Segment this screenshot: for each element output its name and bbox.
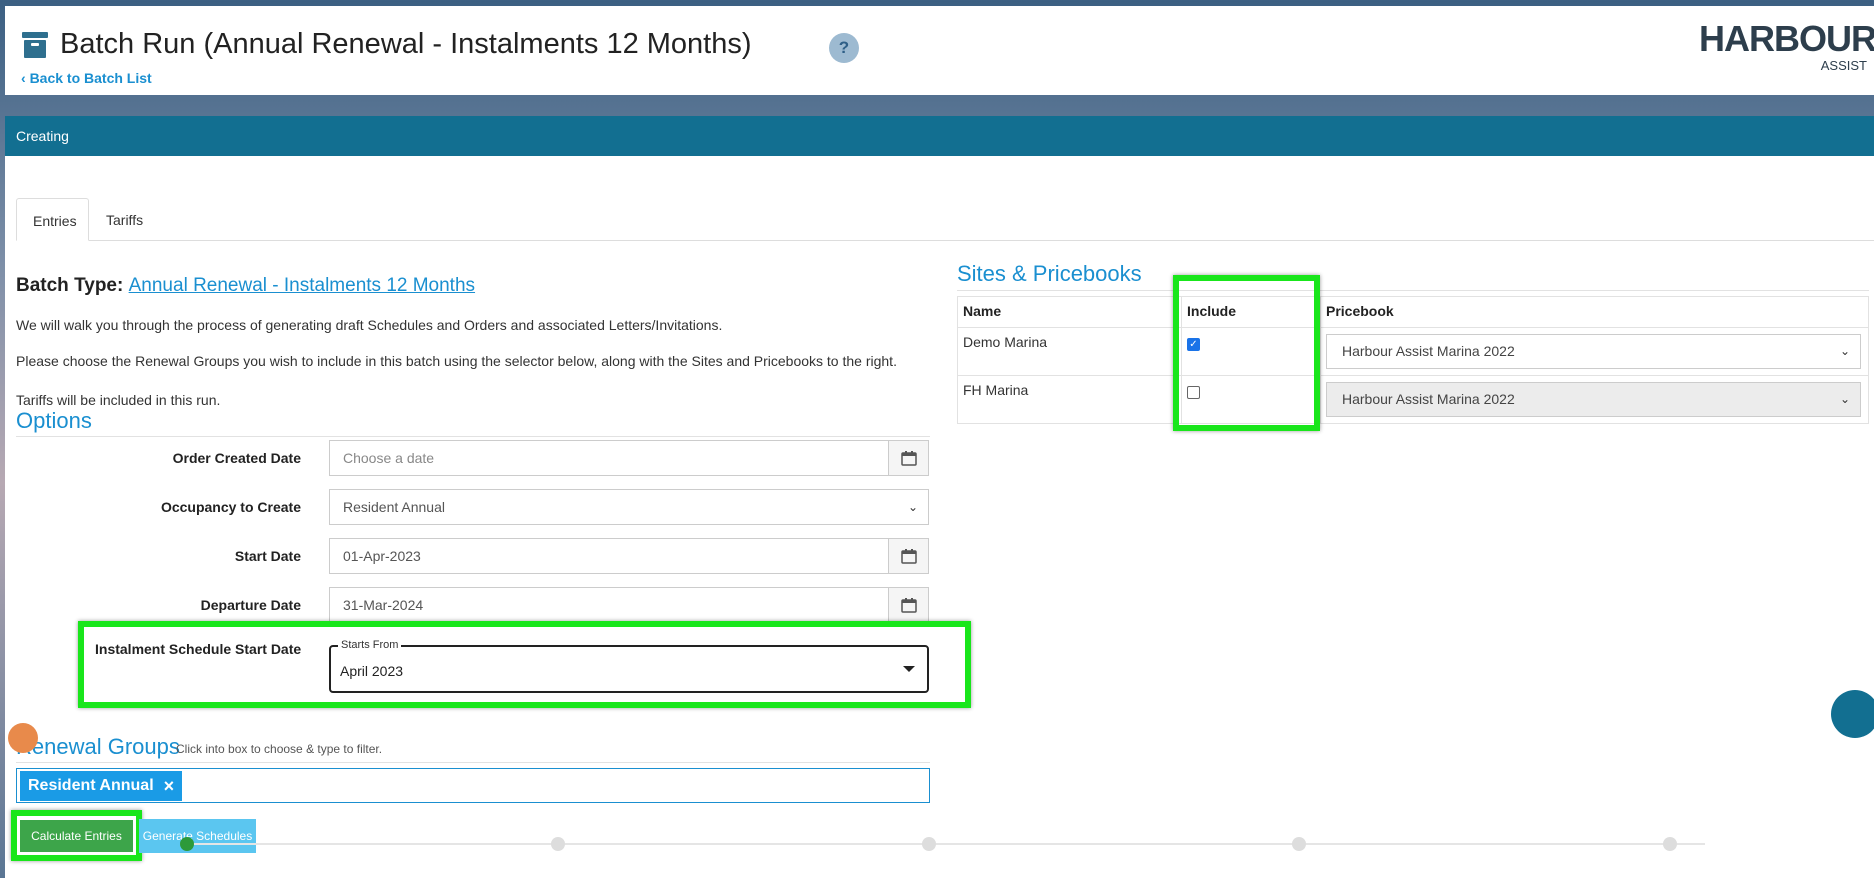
progress-stepper-line [180,843,1705,845]
archive-icon [22,32,48,58]
intro-paragraph: We will walk you through the process of … [16,317,723,333]
step-dot [551,837,565,851]
departure-date-field[interactable]: 31-Mar-2024 [329,587,929,623]
renewal-divider [16,762,930,763]
logo-main-text: HARBOUR [1699,18,1874,59]
instalment-label: Instalment Schedule Start Date [95,641,302,657]
calendar-icon[interactable] [888,441,928,475]
caret-down-icon [903,666,915,672]
tariffs-note: Tariffs will be included in this run. [16,392,221,408]
help-widget-icon[interactable] [8,723,38,753]
step-dot [180,837,194,851]
tab-bar: Entries Tariffs [16,198,1874,241]
occupancy-label: Occupancy to Create [160,499,301,515]
sites-table: Name Include Pricebook Demo Marina ✓ Har… [957,296,1869,424]
renewal-group-tag: Resident Annual × [20,771,183,801]
table-row: Demo Marina ✓ Harbour Assist Marina 2022… [957,327,1869,376]
batch-type: Batch Type: Annual Renewal - Instalments… [16,275,475,297]
generate-schedules-button[interactable]: Generate Schedules [139,819,256,853]
chevron-down-icon: ⌄ [907,500,918,514]
page-header: Batch Run (Annual Renewal - Instalments … [5,6,1874,95]
tab-tariffs[interactable]: Tariffs [90,198,156,241]
page: Batch Run (Annual Renewal - Instalments … [5,6,1874,878]
order-created-date-field[interactable]: Choose a date [329,440,929,476]
pricebook-cell: Harbour Assist Marina 2022 ⌄ [1320,327,1869,376]
chevron-left-icon: ‹ [21,70,30,86]
back-to-batch-list-link[interactable]: ‹ Back to Batch List [21,70,152,86]
occupancy-value: Resident Annual [343,499,445,515]
occupancy-select[interactable]: Resident Annual ⌄ [329,489,929,525]
pricebook-select[interactable]: Harbour Assist Marina 2022 ⌄ [1326,334,1861,369]
bell-icon[interactable] [1831,690,1874,738]
options-divider [16,436,930,437]
back-label: Back to Batch List [29,70,152,86]
step-dot [922,837,936,851]
status-label: Creating [16,128,69,144]
harbour-assist-logo: HARBOUR ASSIST [1699,18,1874,76]
column-header-name: Name [957,296,1182,328]
table-header-row: Name Include Pricebook [957,296,1869,328]
help-icon[interactable]: ? [829,33,859,63]
site-name: Demo Marina [957,327,1182,376]
sites-pricebooks-title: Sites & Pricebooks [957,261,1142,286]
calendar-icon[interactable] [888,539,928,573]
renewal-groups-title: Renewal Groups [16,734,180,759]
column-header-pricebook: Pricebook [1320,296,1869,328]
step-dot [1292,837,1306,851]
departure-date-label: Departure Date [200,597,301,613]
status-bar: Creating [5,116,1874,156]
main-content: Entries Tariffs Batch Type: Annual Renew… [5,156,1874,878]
order-created-label: Order Created Date [172,450,301,466]
logo-sub-text: ASSIST [1820,58,1867,73]
pricebook-value: Harbour Assist Marina 2022 [1342,391,1515,407]
start-date-label: Start Date [234,548,301,564]
departure-date-value: 31-Mar-2024 [343,597,424,613]
order-created-placeholder: Choose a date [343,450,435,466]
calculate-entries-button[interactable]: Calculate Entries [19,819,134,853]
sites-divider [957,290,1869,291]
renewal-groups-hint: Click into box to choose & type to filte… [176,742,383,756]
instructions-paragraph: Please choose the Renewal Groups you wis… [16,353,897,369]
batch-type-label: Batch Type: [16,275,124,296]
start-date-value: 01-Apr-2023 [343,548,421,564]
close-icon[interactable]: × [164,776,175,797]
pricebook-select[interactable]: Harbour Assist Marina 2022 ⌄ [1326,382,1861,417]
batch-type-link[interactable]: Annual Renewal - Instalments 12 Months [129,275,475,296]
pricebook-value: Harbour Assist Marina 2022 [1342,343,1515,359]
renewal-group-tag-label: Resident Annual [28,777,154,794]
instalment-legend: Starts From [338,639,402,651]
chevron-down-icon: ⌄ [1839,344,1850,358]
calendar-icon[interactable] [888,588,928,622]
page-title: Batch Run (Annual Renewal - Instalments … [60,28,752,60]
step-dot [1663,837,1677,851]
pricebook-cell: Harbour Assist Marina 2022 ⌄ [1320,375,1869,424]
start-date-field[interactable]: 01-Apr-2023 [329,538,929,574]
site-name: FH Marina [957,375,1182,424]
chevron-down-icon: ⌄ [1839,392,1850,406]
renewal-groups-input[interactable]: Resident Annual × [16,768,930,803]
options-title: Options [16,408,92,433]
instalment-value: April 2023 [340,663,404,679]
instalment-start-select[interactable]: Starts From April 2023 [329,639,929,693]
include-highlight [1173,275,1320,431]
table-row: FH Marina Harbour Assist Marina 2022 ⌄ [957,375,1869,424]
tab-entries[interactable]: Entries [16,198,89,241]
